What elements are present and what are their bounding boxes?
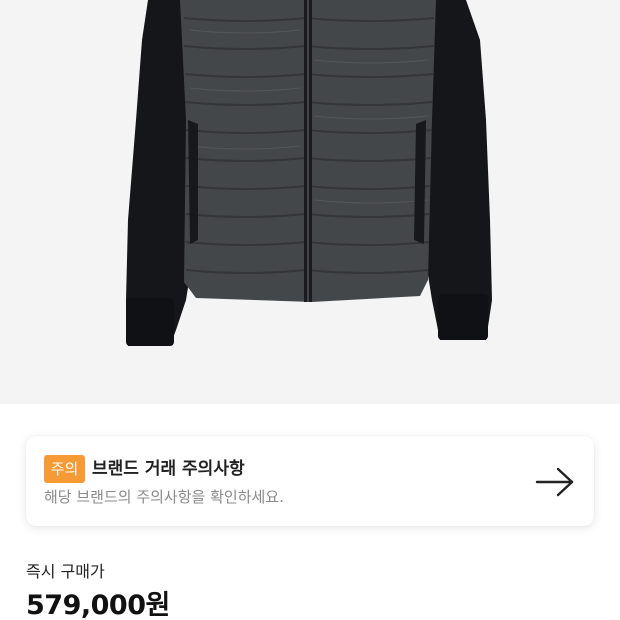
notice-title: 브랜드 거래 주의사항 <box>92 459 245 479</box>
product-image[interactable] <box>0 0 620 404</box>
instant-buy-price-label: 즉시 구매가 <box>26 562 105 581</box>
arrow-right-icon[interactable] <box>534 464 578 500</box>
jacket-image <box>126 0 492 346</box>
instant-buy-price: 579,000원 <box>26 590 170 620</box>
brand-notice-card[interactable]: 주의 브랜드 거래 주의사항 해당 브랜드의 주의사항을 확인하세요. <box>26 436 594 526</box>
caution-badge: 주의 <box>44 455 85 483</box>
notice-description: 해당 브랜드의 주의사항을 확인하세요. <box>44 488 284 506</box>
